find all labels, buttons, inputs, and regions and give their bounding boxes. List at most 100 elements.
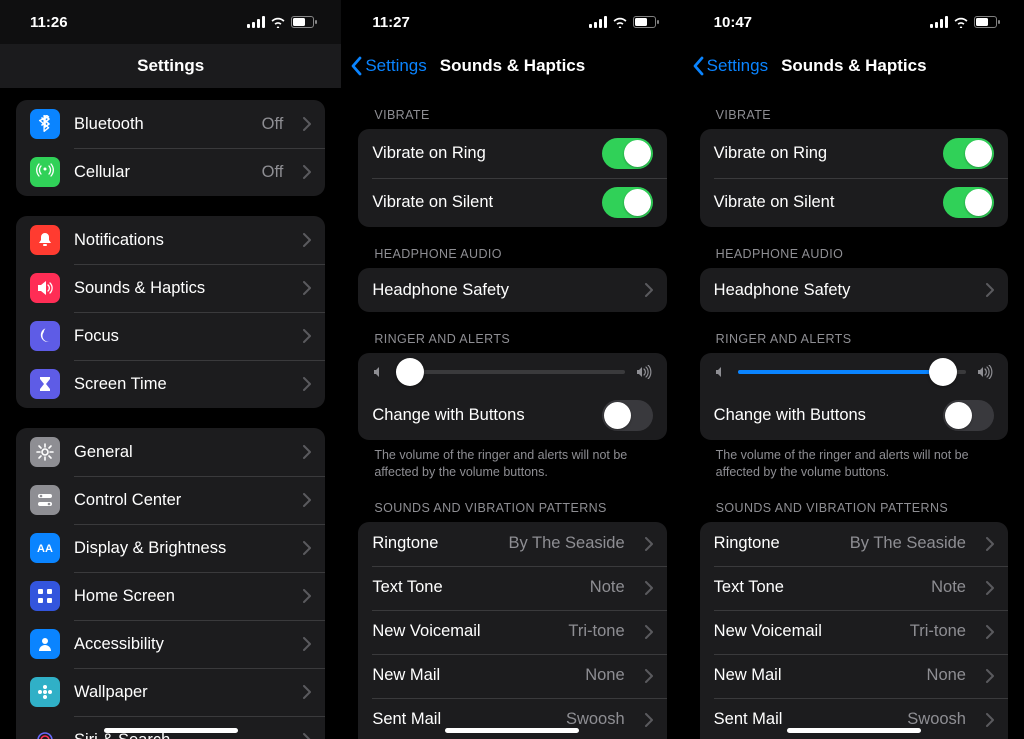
home-indicator[interactable]: [104, 728, 238, 733]
row-volume-slider: [358, 353, 666, 391]
row-sound-pattern[interactable]: New MailNone: [700, 654, 1008, 698]
page-title: Sounds & Haptics: [440, 56, 585, 76]
row-sound-pattern[interactable]: New MailNone: [358, 654, 666, 698]
speaker-icon: [30, 273, 60, 303]
settings-list[interactable]: BluetoothOffCellularOff Notifications Sou…: [0, 88, 341, 739]
row-label: Text Tone: [714, 578, 917, 597]
settings-row[interactable]: Notifications: [16, 216, 325, 264]
sounds-list[interactable]: VIBRATEVibrate on RingVibrate on SilentH…: [342, 88, 682, 739]
settings-row[interactable]: Accessibility: [16, 620, 325, 668]
chevron-right-icon: [303, 329, 311, 343]
speaker-low-icon: [372, 365, 386, 379]
hourglass-icon: [30, 369, 60, 399]
row-value: By The Seaside: [508, 534, 624, 553]
section-header-patterns: SOUNDS AND VIBRATION PATTERNS: [700, 481, 1008, 522]
settings-row[interactable]: CellularOff: [16, 148, 325, 196]
row-change-buttons[interactable]: Change with Buttons: [700, 391, 1008, 440]
chevron-right-icon: [303, 589, 311, 603]
back-button[interactable]: Settings: [692, 56, 768, 76]
row-sound-pattern[interactable]: Text ToneNote: [700, 566, 1008, 610]
toggle[interactable]: [602, 400, 653, 431]
row-vibrate-silent[interactable]: Vibrate on Silent: [700, 178, 1008, 227]
svg-text:AA: AA: [37, 543, 53, 555]
status-icons: [589, 16, 659, 28]
chevron-right-icon: [986, 713, 994, 727]
nav-bar: Settings: [0, 44, 341, 88]
siri-icon: [30, 725, 60, 739]
settings-row[interactable]: BluetoothOff: [16, 100, 325, 148]
row-sound-pattern[interactable]: Ringtone By The Seaside: [358, 522, 666, 566]
row-vibrate-silent[interactable]: Vibrate on Silent: [358, 178, 666, 227]
back-button[interactable]: Settings: [350, 56, 426, 76]
row-value: By The Seaside: [850, 534, 966, 553]
volume-slider[interactable]: [738, 370, 966, 374]
sounds-list[interactable]: VIBRATEVibrate on RingVibrate on SilentH…: [684, 88, 1024, 739]
row-label: New Mail: [714, 666, 913, 685]
group-headphone: Headphone Safety: [358, 268, 666, 312]
row-sound-pattern[interactable]: RingtoneBy The Seaside: [700, 522, 1008, 566]
chevron-right-icon: [986, 537, 994, 551]
row-value: Note: [590, 578, 625, 597]
bell-icon: [30, 225, 60, 255]
back-label: Settings: [707, 56, 768, 76]
grid-icon: [30, 581, 60, 611]
row-headphone-safety[interactable]: Headphone Safety: [358, 268, 666, 312]
row-label: Change with Buttons: [714, 406, 929, 425]
chevron-right-icon: [986, 581, 994, 595]
row-label: Vibrate on Silent: [372, 193, 587, 212]
row-sound-pattern[interactable]: New VoicemailTri-tone: [700, 610, 1008, 654]
chevron-right-icon: [986, 625, 994, 639]
section-header-headphone: HEADPHONE AUDIO: [700, 227, 1008, 268]
home-indicator[interactable]: [787, 728, 921, 733]
battery-icon: [291, 16, 317, 28]
row-label: Ringtone: [372, 534, 494, 553]
row-value: Tri-tone: [910, 622, 966, 641]
volume-slider[interactable]: [396, 370, 624, 374]
settings-row[interactable]: Screen Time: [16, 360, 325, 408]
row-vibrate-ring[interactable]: Vibrate on Ring: [358, 129, 666, 178]
settings-row[interactable]: Sounds & Haptics: [16, 264, 325, 312]
section-header-ringer: RINGER AND ALERTS: [358, 312, 666, 353]
group-ringer: Change with Buttons: [358, 353, 666, 440]
settings-row[interactable]: General: [16, 428, 325, 476]
back-label: Settings: [365, 56, 426, 76]
settings-row[interactable]: AA Display & Brightness: [16, 524, 325, 572]
cellular-bars-icon: [930, 16, 948, 28]
cellular-bars-icon: [589, 16, 607, 28]
toggle[interactable]: [602, 138, 653, 169]
antenna-icon: [30, 157, 60, 187]
group-vibrate: Vibrate on RingVibrate on Silent: [700, 129, 1008, 227]
switches-icon: [30, 485, 60, 515]
settings-row[interactable]: Wallpaper: [16, 668, 325, 716]
status-icons: [930, 16, 1000, 28]
toggle[interactable]: [943, 187, 994, 218]
group-patterns: RingtoneBy The SeasideText ToneNoteNew V…: [700, 522, 1008, 739]
toggle[interactable]: [943, 400, 994, 431]
status-bar: 10:47: [684, 0, 1024, 44]
row-label: Display & Brightness: [74, 539, 283, 558]
status-bar: 11:26: [0, 0, 341, 44]
settings-row[interactable]: Focus: [16, 312, 325, 360]
row-label: New Voicemail: [372, 622, 554, 641]
settings-row[interactable]: Home Screen: [16, 572, 325, 620]
row-label: Sounds & Haptics: [74, 279, 283, 298]
toggle[interactable]: [602, 187, 653, 218]
row-sound-pattern[interactable]: Text Tone Note: [358, 566, 666, 610]
home-indicator[interactable]: [445, 728, 579, 733]
settings-row[interactable]: Control Center: [16, 476, 325, 524]
bluetooth-icon: [30, 109, 60, 139]
row-label: Text Tone: [372, 578, 575, 597]
row-sound-pattern[interactable]: New VoicemailTri-tone: [358, 610, 666, 654]
chevron-right-icon: [645, 625, 653, 639]
chevron-right-icon: [303, 685, 311, 699]
row-headphone-safety[interactable]: Headphone Safety: [700, 268, 1008, 312]
row-vibrate-ring[interactable]: Vibrate on Ring: [700, 129, 1008, 178]
row-label: Notifications: [74, 231, 283, 250]
toggle[interactable]: [943, 138, 994, 169]
group-vibrate: Vibrate on Ring Vibrate on Silent: [358, 129, 666, 227]
row-change-buttons[interactable]: Change with Buttons: [358, 391, 666, 440]
group-ringer: Change with Buttons: [700, 353, 1008, 440]
row-label: General: [74, 443, 283, 462]
chevron-right-icon: [303, 733, 311, 739]
chevron-right-icon: [303, 541, 311, 555]
